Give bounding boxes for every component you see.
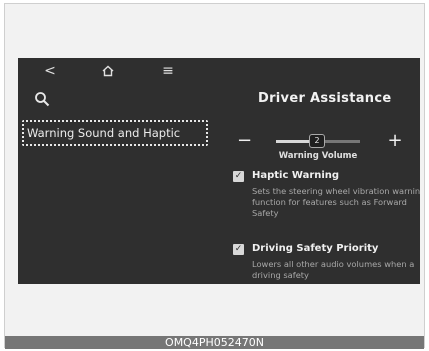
panel-title: Driver Assistance [258, 91, 392, 106]
volume-slider-knob[interactable]: 2 [309, 134, 325, 148]
volume-label: Warning Volume [278, 151, 358, 161]
figure-code: OMQ4PH052470N [165, 336, 264, 349]
back-icon[interactable]: < [39, 62, 61, 80]
infotainment-screen: < ≡ Warning Sound and Haptic Driver Assi… [18, 58, 420, 284]
home-icon[interactable] [97, 62, 119, 80]
volume-decrease-button[interactable]: − [237, 132, 252, 150]
volume-increase-button[interactable]: + [386, 132, 404, 150]
haptic-warning-title: Haptic Warning [252, 170, 340, 181]
menu-icon[interactable]: ≡ [157, 62, 179, 80]
driving-safety-priority-title: Driving Safety Priority [252, 243, 379, 254]
driving-safety-priority-description: Lowers all other audio volumes when a dr… [252, 259, 415, 280]
haptic-warning-description: Sets the steering wheel vibration warnin… [252, 186, 420, 218]
volume-slider-fill [276, 140, 310, 143]
menu-item-warning-sound-haptic[interactable]: Warning Sound and Haptic [22, 120, 208, 146]
haptic-warning-checkbox[interactable]: ✓ [233, 171, 244, 182]
driving-safety-priority-checkbox[interactable]: ✓ [233, 244, 244, 255]
search-icon[interactable] [34, 91, 50, 107]
